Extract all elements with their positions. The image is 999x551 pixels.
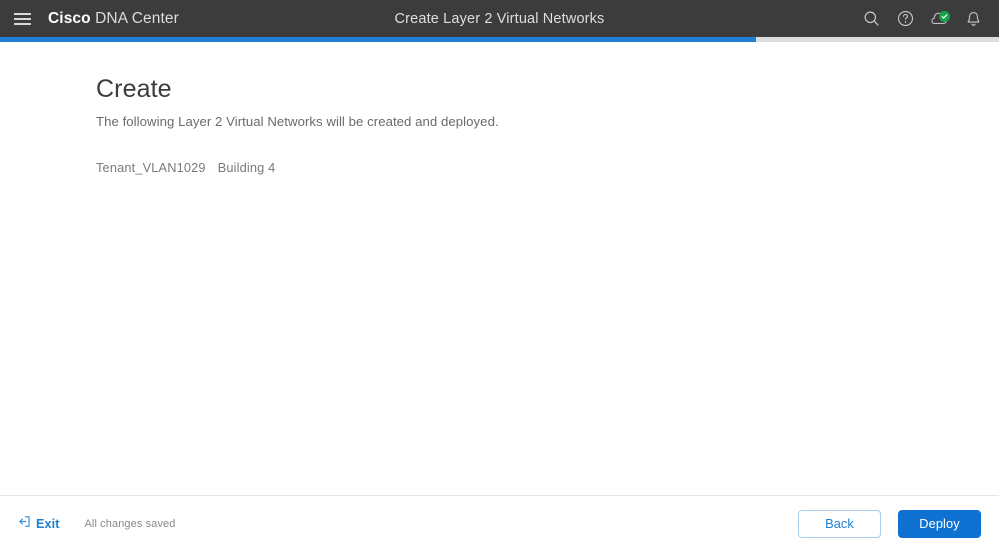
help-icon[interactable] (895, 9, 915, 29)
exit-label: Exit (36, 516, 60, 531)
deploy-button[interactable]: Deploy (898, 509, 981, 538)
app-window: Cisco DNA Center Create Layer 2 Virtual … (0, 0, 999, 551)
wizard-progress-bar (0, 37, 999, 42)
header-icon-group (861, 9, 999, 29)
brand-primary-text: Cisco (48, 9, 91, 27)
hamburger-line (13, 12, 31, 15)
hamburger-line (13, 22, 31, 25)
footer-action-group: Back Deploy (798, 509, 981, 538)
virtual-network-row: Tenant_VLAN1029 Building 4 (96, 158, 999, 178)
page-title: Create (96, 75, 172, 103)
search-icon[interactable] (861, 9, 881, 29)
notifications-bell-icon[interactable] (963, 9, 983, 29)
wizard-footer: Exit All changes saved Back Deploy (0, 495, 999, 551)
hamburger-line (13, 17, 31, 20)
exit-button[interactable]: Exit (18, 515, 60, 533)
virtual-network-name: Tenant_VLAN1029 (96, 159, 206, 175)
cloud-status-icon[interactable] (929, 9, 950, 29)
virtual-network-site: Building 4 (217, 159, 276, 175)
wizard-progress-fill (0, 37, 757, 42)
virtual-network-list: Tenant_VLAN1029 Building 4 (96, 158, 999, 178)
page-subtitle: The following Layer 2 Virtual Networks w… (96, 113, 499, 129)
cloud-status-check-badge (939, 10, 950, 22)
hamburger-menu-icon[interactable] (0, 0, 44, 37)
exit-arrow-icon (18, 515, 31, 533)
brand-logo[interactable]: Cisco DNA Center (48, 10, 179, 28)
save-status-text: All changes saved (84, 517, 176, 530)
back-button[interactable]: Back (798, 509, 881, 538)
main-content: Create The following Layer 2 Virtual Net… (0, 42, 999, 495)
app-header: Cisco DNA Center Create Layer 2 Virtual … (0, 0, 999, 37)
brand-secondary-label: DNA Center (95, 9, 179, 27)
